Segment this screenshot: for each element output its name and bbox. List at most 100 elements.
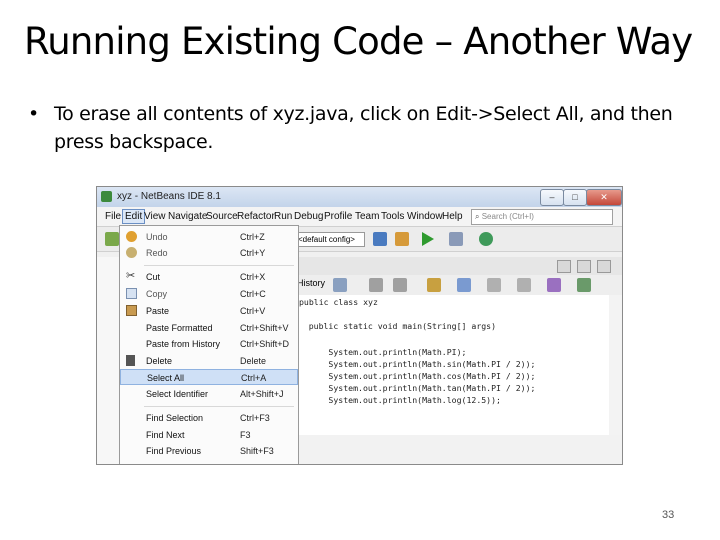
menu-tools[interactable]: Tools (381, 211, 404, 222)
edit-menu-dropdown: Undo Ctrl+Z Redo Ctrl+Y ✂ Cut Ctrl+X Cop… (119, 225, 299, 464)
menu-item-find-next[interactable]: Find Next F3 (120, 427, 298, 443)
menu-item-accelerator: Ctrl+Shift+V (240, 323, 289, 333)
menu-item-label: Cut (146, 272, 161, 282)
last-edit-icon[interactable] (333, 278, 347, 292)
bullet-marker: • (28, 103, 39, 125)
find-icon[interactable] (427, 278, 441, 292)
menu-item-label: Select All (147, 373, 185, 383)
search-input[interactable]: ⌕ Search (Ctrl+I) (471, 209, 613, 225)
menu-item-accelerator: Shift+F3 (240, 446, 274, 456)
slide-title: Running Existing Code – Another Way (24, 20, 693, 63)
clean-build-icon[interactable] (395, 232, 409, 246)
shift-left-icon[interactable] (487, 278, 501, 292)
menu-item-accelerator: Ctrl+Y (240, 248, 266, 258)
menu-item-accelerator: Ctrl+V (240, 306, 266, 316)
page-number: 33 (662, 509, 675, 521)
minimize-button[interactable]: – (540, 189, 564, 206)
menu-item-undo[interactable]: Undo Ctrl+Z (120, 229, 298, 245)
menu-separator (144, 406, 294, 407)
menu-item-select-identifier[interactable]: Select Identifier Alt+Shift+J (120, 386, 298, 402)
netbeans-app-icon (101, 191, 112, 202)
menu-item-accelerator: Ctrl+X (240, 272, 266, 282)
forward-icon[interactable] (393, 278, 407, 292)
menu-item-accelerator: Ctrl+F3 (240, 413, 270, 423)
menu-help[interactable]: Help (442, 211, 463, 222)
undo-icon (126, 231, 137, 242)
menu-view[interactable]: View (144, 211, 166, 222)
menu-item-label: Delete (146, 356, 173, 366)
menu-window[interactable]: Window (407, 211, 443, 222)
menu-item-label: Paste Formatted (146, 323, 213, 333)
delete-icon (126, 355, 135, 366)
code-editor[interactable]: public class xyz public static void main… (297, 295, 609, 435)
code-line: System.out.println(Math.log(12.5)); (289, 395, 501, 405)
projects-panel (97, 257, 121, 464)
window-titlebar: xyz - NetBeans IDE 8.1 – □ ✕ (97, 187, 622, 207)
menu-item-cut[interactable]: ✂ Cut Ctrl+X (120, 269, 298, 285)
config-combo-value: <default config> (298, 235, 355, 244)
maximize-button[interactable]: □ (563, 189, 587, 206)
menu-team[interactable]: Team (355, 211, 379, 222)
new-project-icon[interactable] (105, 232, 119, 246)
config-combo[interactable]: <default config> (297, 232, 365, 247)
toggle-bookmark-icon[interactable] (457, 278, 471, 292)
menu-item-delete[interactable]: Delete Delete (120, 353, 298, 369)
menu-item-label: Redo (146, 248, 168, 258)
run-icon[interactable] (422, 232, 434, 246)
search-placeholder: Search (Ctrl+I) (481, 212, 534, 221)
editor-toolbar: History (297, 275, 622, 296)
menu-item-paste-formatted[interactable]: Paste Formatted Ctrl+Shift+V (120, 320, 298, 336)
back-icon[interactable] (369, 278, 383, 292)
tab-scroll-right-icon[interactable] (577, 260, 591, 273)
menu-item-select-all[interactable]: Select All Ctrl+A (120, 369, 298, 385)
menu-item-label: Select Identifier (146, 389, 209, 399)
menu-edit[interactable]: Edit (122, 209, 146, 224)
menu-item-label: Find Previous (146, 446, 202, 456)
menu-item-copy[interactable]: Copy Ctrl+C (120, 286, 298, 302)
profile-icon[interactable] (479, 232, 493, 246)
menu-item-label: Find Next (146, 430, 185, 440)
editor-error-stripe (609, 295, 622, 435)
menu-item-find-selection[interactable]: Find Selection Ctrl+F3 (120, 410, 298, 426)
menu-profile[interactable]: Profile (324, 211, 352, 222)
paste-icon (126, 305, 137, 316)
netbeans-screenshot: xyz - NetBeans IDE 8.1 – □ ✕ File Edit V… (96, 186, 623, 465)
menu-item-accelerator: Ctrl+Shift+D (240, 339, 290, 349)
close-button[interactable]: ✕ (586, 189, 622, 206)
start-macro-icon[interactable] (547, 278, 561, 292)
menu-item-redo[interactable]: Redo Ctrl+Y (120, 245, 298, 261)
menu-navigate[interactable]: Navigate (168, 211, 207, 222)
menu-run[interactable]: Run (274, 211, 292, 222)
build-icon[interactable] (373, 232, 387, 246)
code-line: public class xyz (299, 297, 378, 307)
menu-item-label: Copy (146, 289, 168, 299)
menu-item-find-previous[interactable]: Find Previous Shift+F3 (120, 443, 298, 459)
menu-debug[interactable]: Debug (294, 211, 323, 222)
menu-source[interactable]: Source (206, 211, 238, 222)
menu-item-label: Paste from History (146, 339, 221, 349)
shift-right-icon[interactable] (517, 278, 531, 292)
menu-separator (144, 265, 294, 266)
menu-item-accelerator: Ctrl+Z (240, 232, 265, 242)
code-line: System.out.println(Math.cos(Math.PI / 2)… (289, 371, 536, 381)
menu-item-paste-from-history[interactable]: Paste from History Ctrl+Shift+D (120, 336, 298, 352)
copy-icon (126, 288, 137, 299)
window-title: xyz - NetBeans IDE 8.1 (117, 191, 221, 202)
menu-item-accelerator: F3 (240, 430, 251, 440)
comment-icon[interactable] (577, 278, 591, 292)
tab-history[interactable]: History (297, 278, 325, 288)
debug-icon[interactable] (449, 232, 463, 246)
menu-item-label: Paste (146, 306, 170, 316)
code-line: public static void main(String[] args) (289, 321, 497, 331)
tab-list-icon[interactable] (597, 260, 611, 273)
menu-item-label: Find Selection (146, 413, 204, 423)
menu-bar: File Edit View Navigate Source Refactor … (97, 207, 622, 227)
menu-item-accelerator: Ctrl+C (240, 289, 266, 299)
menu-refactor[interactable]: Refactor (237, 211, 275, 222)
menu-item-paste[interactable]: Paste Ctrl+V (120, 303, 298, 319)
menu-item-accelerator: Delete (240, 356, 267, 366)
code-line: System.out.println(Math.tan(Math.PI / 2)… (289, 383, 536, 393)
menu-file[interactable]: File (105, 211, 121, 222)
editor-bottom-area (297, 435, 622, 464)
tab-scroll-left-icon[interactable] (557, 260, 571, 273)
